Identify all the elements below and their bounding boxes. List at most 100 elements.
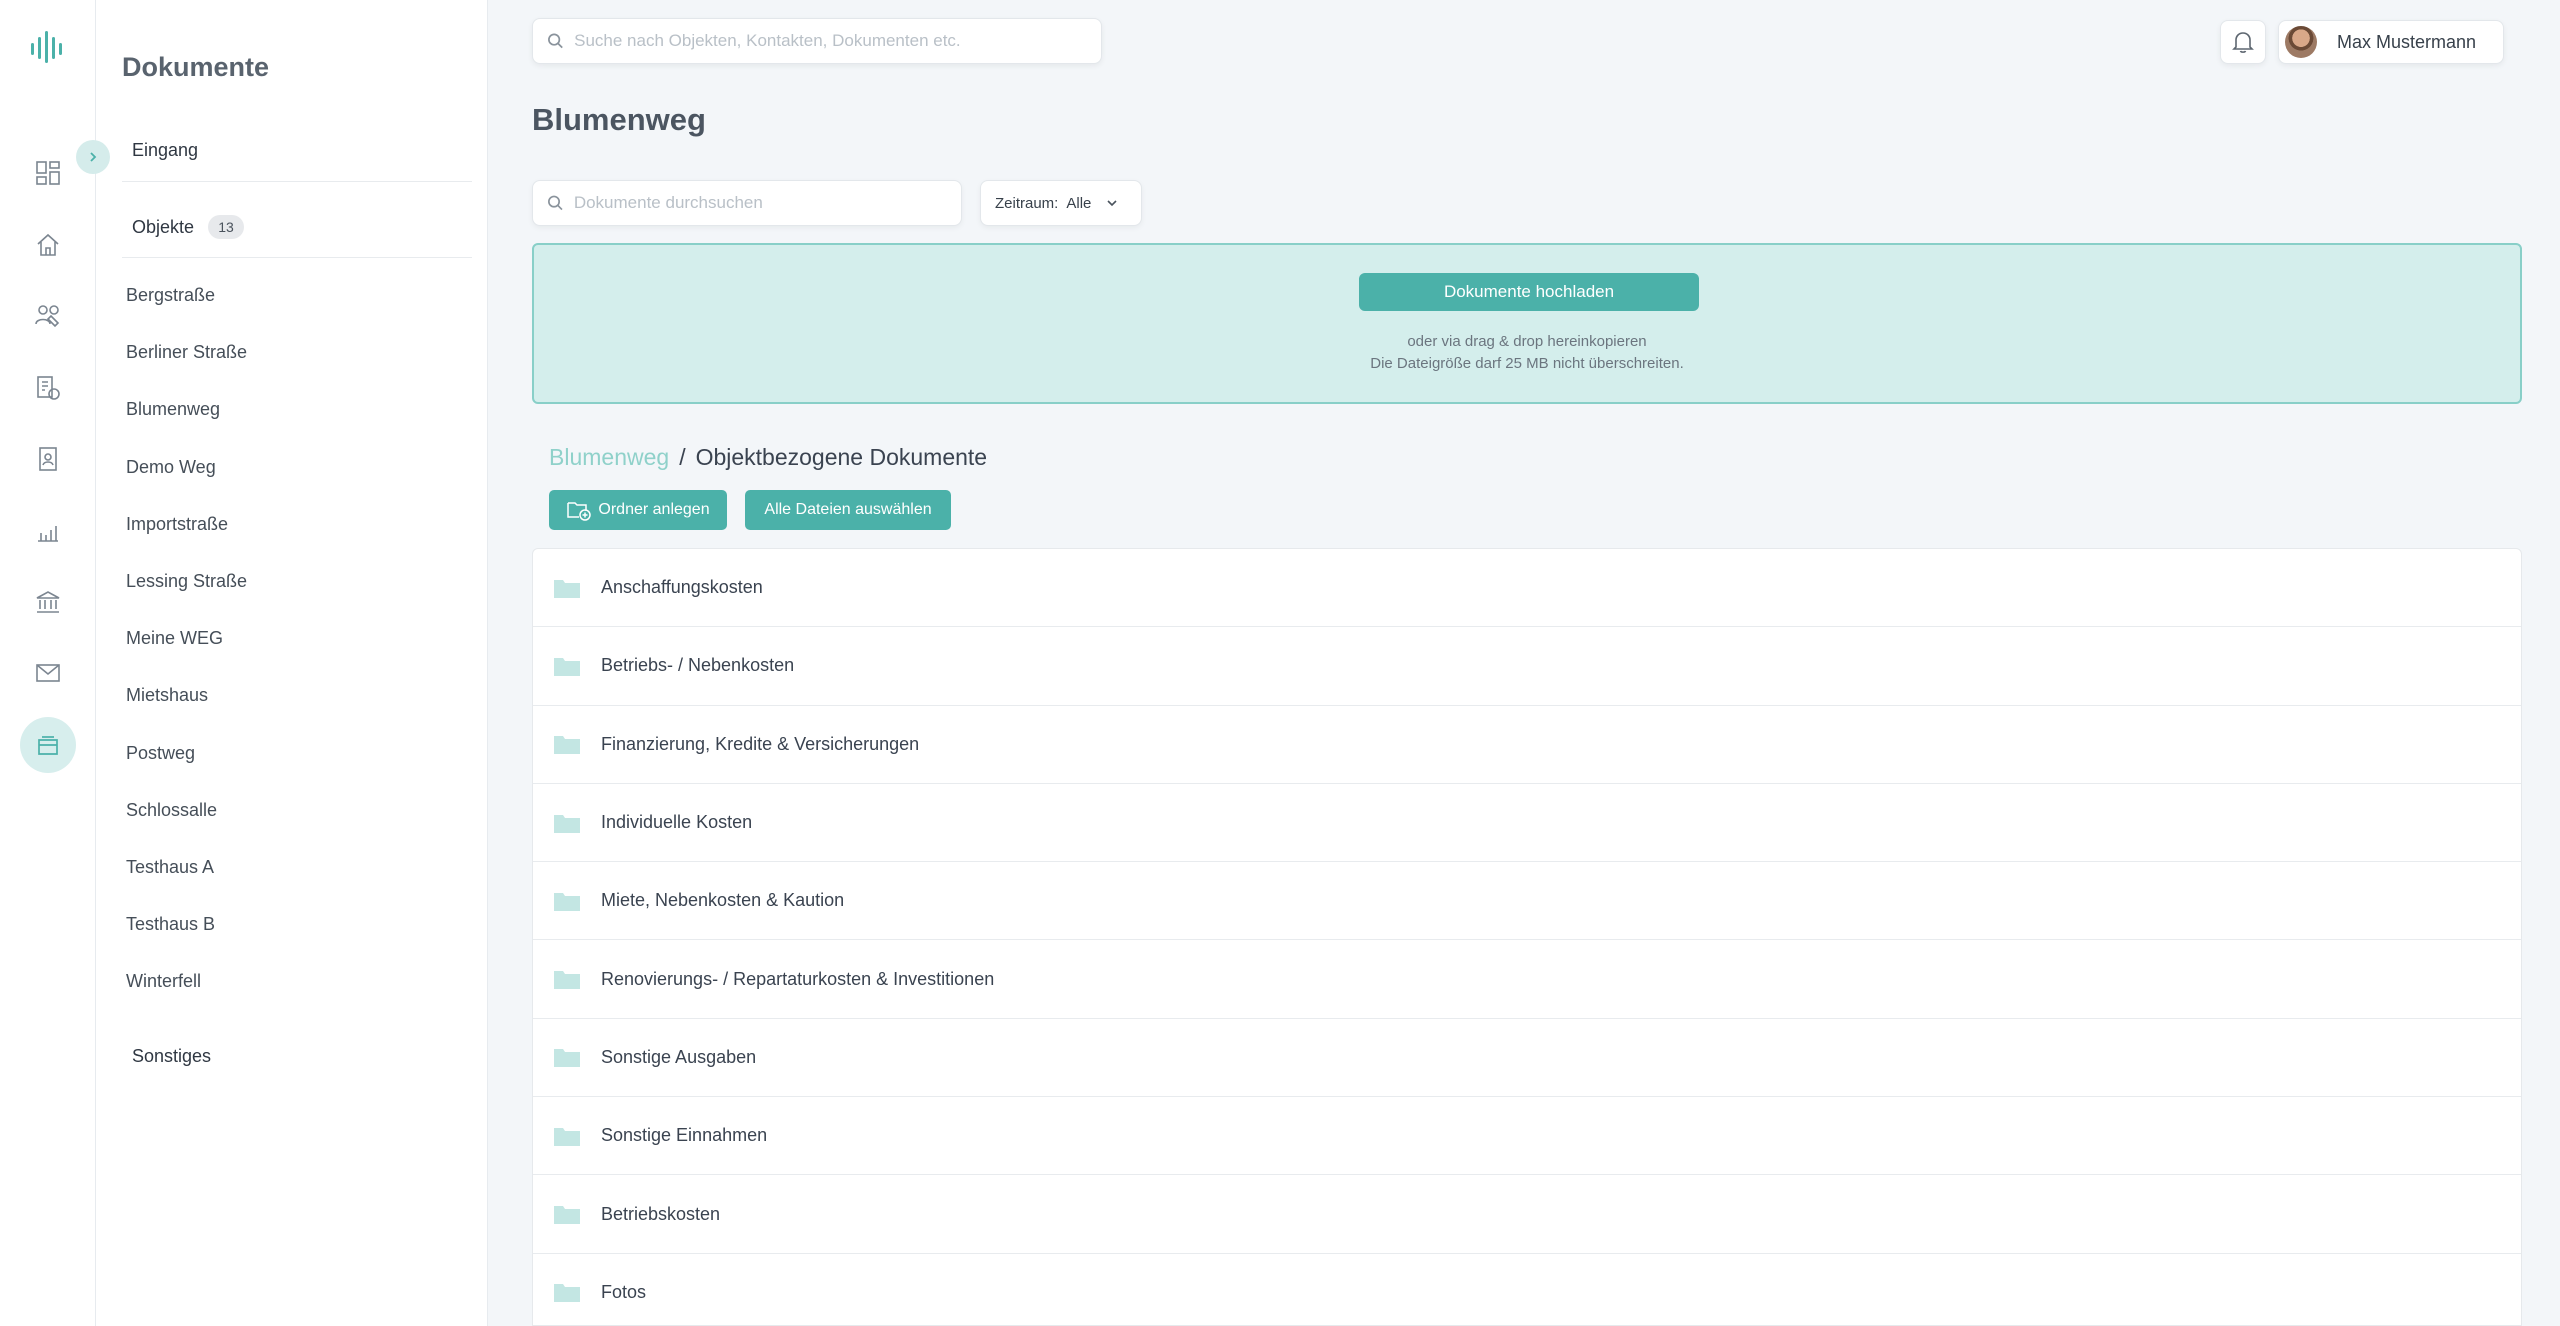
documents-sidebar: Dokumente Eingang Objekte 13 Bergstraße … (76, 0, 488, 1326)
sidebar-object-item[interactable]: Blumenweg (126, 394, 247, 451)
sidebar-item-label: Eingang (132, 140, 199, 160)
user-name: Max Mustermann (2337, 31, 2477, 52)
mail-icon (36, 664, 60, 682)
sidebar-object-item[interactable]: Lessing Straße (126, 566, 247, 623)
folder-icon (554, 814, 580, 833)
nav-billing[interactable] (20, 360, 76, 416)
sidebar-object-item[interactable]: Testhaus A (126, 852, 247, 909)
breadcrumb-separator: / (679, 444, 686, 470)
sidebar-collapse-button[interactable] (76, 140, 110, 174)
global-search (532, 18, 1102, 64)
nav-bank[interactable] (20, 574, 76, 630)
sidebar-object-item[interactable]: Postweg (126, 738, 247, 795)
folder-row[interactable]: Anschaffungskosten (533, 549, 2521, 628)
period-label: Zeitraum: (995, 194, 1059, 212)
chevron-right-icon (90, 152, 97, 162)
folder-row[interactable]: Finanzierung, Kredite & Versicherungen (533, 706, 2521, 784)
notifications-button[interactable] (2220, 20, 2266, 64)
folder-icon (554, 1127, 580, 1146)
sidebar-object-item[interactable]: Importstraße (126, 509, 247, 566)
search-icon (548, 195, 563, 211)
upload-documents-button[interactable]: Dokumente hochladen (1359, 273, 1699, 311)
folder-list: Anschaffungskosten Betriebs- / Nebenkost… (532, 548, 2522, 1326)
page-title: Blumenweg (532, 102, 706, 137)
folder-name: Individuelle Kosten (601, 812, 753, 833)
breadcrumb-current: Objektbezogene Dokumente (695, 444, 988, 470)
breadcrumb: Blumenweg / Objektbezogene Dokumente (549, 444, 987, 471)
folder-icon (554, 1049, 580, 1068)
folder-row[interactable]: Fotos (533, 1254, 2521, 1325)
sidebar-object-item[interactable]: Winterfell (126, 966, 247, 1023)
objects-list: Bergstraße Berliner Straße Blumenweg Dem… (126, 280, 247, 1023)
sidebar-object-item[interactable]: Schlossalle (126, 795, 247, 852)
period-value: Alle (1066, 194, 1092, 212)
chevron-down-icon (1107, 200, 1117, 207)
folder-icon (554, 971, 580, 990)
objects-count-badge: 13 (208, 215, 245, 239)
sidebar-title: Dokumente (122, 52, 270, 82)
document-search (532, 180, 962, 226)
tenant-icon (39, 447, 57, 471)
upload-dropzone[interactable]: Dokumente hochladen oder via drag & drop… (532, 243, 2522, 404)
sidebar-object-item[interactable]: Demo Weg (126, 452, 247, 509)
folder-name: Sonstige Einnahmen (601, 1125, 768, 1146)
new-folder-button[interactable]: Ordner anlegen (549, 490, 727, 530)
nav-contacts[interactable] (20, 288, 76, 344)
sidebar-item-label: Objekte (132, 216, 195, 237)
upload-size-hint: Die Dateigröße darf 25 MB nicht überschr… (1370, 355, 1684, 372)
folder-name: Betriebskosten (601, 1203, 721, 1224)
user-menu-button[interactable]: Max Mustermann (2278, 20, 2504, 64)
icon-rail (0, 0, 96, 1326)
global-search-input[interactable] (574, 31, 1101, 51)
folder-row[interactable]: Betriebs- / Nebenkosten (533, 627, 2521, 706)
home-icon (37, 233, 59, 256)
sidebar-object-item[interactable]: Meine WEG (126, 623, 247, 680)
app-logo-icon[interactable] (28, 28, 68, 68)
statistics-icon (38, 526, 58, 542)
folder-row[interactable]: Betriebskosten (533, 1175, 2521, 1254)
avatar (2285, 26, 2317, 58)
folder-row[interactable]: Renovierungs- / Repartaturkosten & Inves… (533, 940, 2521, 1019)
sidebar-object-item[interactable]: Berliner Straße (126, 337, 247, 394)
dashboard-icon (36, 161, 60, 185)
folder-icon (554, 892, 580, 911)
divider (122, 181, 472, 182)
folder-row[interactable]: Sonstige Einnahmen (533, 1097, 2521, 1176)
upload-hint: oder via drag & drop hereinkopieren (1407, 333, 1647, 350)
nav-mail[interactable] (20, 645, 76, 701)
period-select[interactable]: Zeitraum: Alle (980, 180, 1142, 226)
sidebar-item-objects[interactable]: Objekte 13 (132, 215, 245, 239)
folder-icon (554, 657, 580, 676)
nav-documents[interactable] (20, 717, 76, 773)
folder-row[interactable]: Sonstige Ausgaben (533, 1019, 2521, 1098)
folder-icon (554, 579, 580, 598)
sidebar-object-item[interactable]: Bergstraße (126, 280, 247, 337)
document-search-input[interactable] (573, 193, 961, 213)
folder-icon (554, 736, 580, 755)
nav-home[interactable] (20, 217, 76, 273)
bank-icon (36, 591, 60, 613)
folder-name: Finanzierung, Kredite & Versicherungen (601, 733, 920, 754)
folder-row[interactable]: Miete, Nebenkosten & Kaution (533, 862, 2521, 941)
breadcrumb-parent-link[interactable]: Blumenweg (549, 444, 669, 471)
sidebar-object-item[interactable]: Mietshaus (126, 680, 247, 737)
divider (122, 257, 472, 258)
nav-statistics[interactable] (20, 503, 76, 559)
sidebar-item-inbox[interactable]: Eingang (132, 140, 198, 161)
select-all-files-button[interactable]: Alle Dateien auswählen (745, 490, 951, 530)
billing-icon (37, 376, 60, 400)
contacts-icon (35, 305, 60, 328)
folder-row[interactable]: Individuelle Kosten (533, 784, 2521, 863)
new-folder-label: Ordner anlegen (598, 501, 710, 518)
folder-name: Fotos (601, 1281, 647, 1302)
sidebar-item-label: Sonstiges (132, 1046, 212, 1066)
search-icon (548, 33, 563, 49)
nav-tenant[interactable] (20, 431, 76, 487)
folder-name: Renovierungs- / Repartaturkosten & Inves… (601, 968, 995, 989)
documents-icon (38, 736, 58, 755)
sidebar-item-other[interactable]: Sonstiges (132, 1046, 211, 1067)
sidebar-object-item[interactable]: Testhaus B (126, 909, 247, 966)
folder-icon (554, 1284, 580, 1303)
folder-add-icon (567, 502, 592, 521)
nav-dashboard[interactable] (20, 145, 76, 201)
